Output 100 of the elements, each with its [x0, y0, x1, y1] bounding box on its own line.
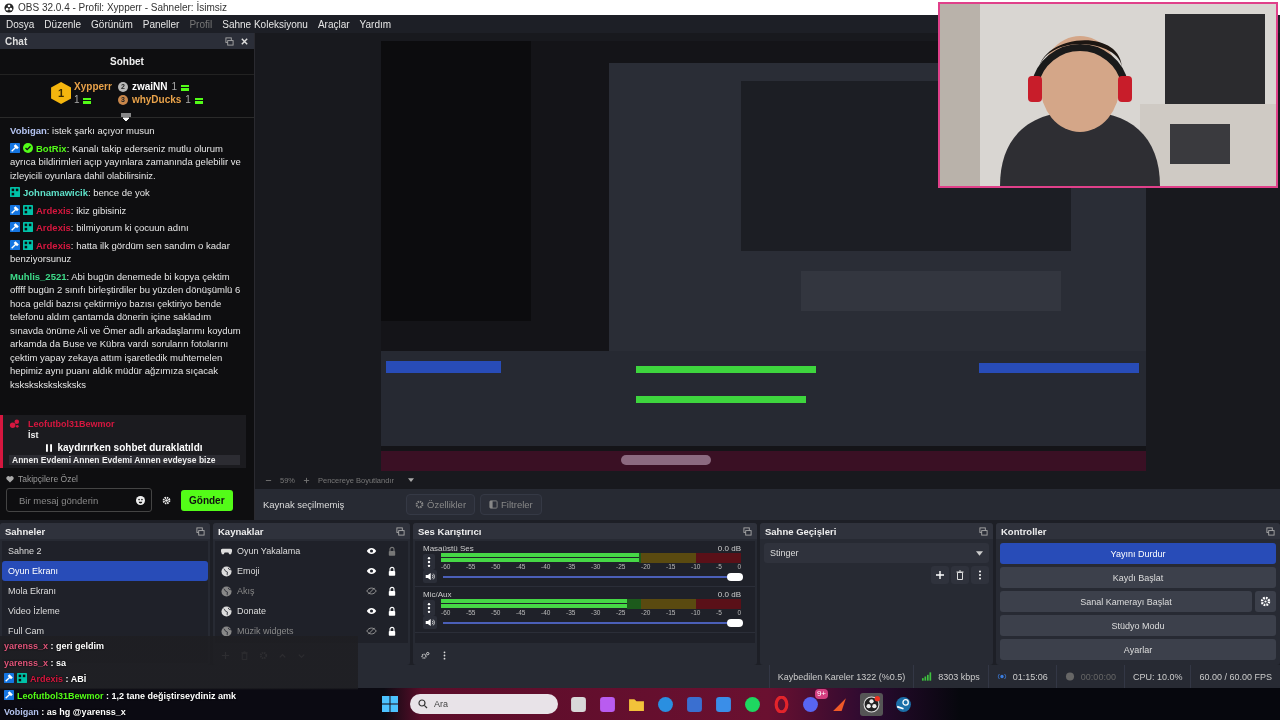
properties-button[interactable]: Özellikler [406, 494, 476, 515]
more-options-button[interactable] [971, 566, 989, 584]
dots-avatar-icon [9, 418, 20, 429]
source-name[interactable]: Oyun Yakalama [237, 546, 361, 556]
search-field[interactable]: Ara [410, 694, 558, 714]
music-app-icon[interactable] [744, 695, 761, 713]
bitrate: 8303 kbps [938, 671, 980, 682]
undock-icon[interactable] [196, 526, 205, 536]
control-button[interactable]: Kaydı Başlat [1000, 567, 1276, 588]
chat-message: Ardexis: ikiz gibisiniz [10, 203, 246, 217]
source-name[interactable]: Akış [237, 586, 361, 596]
control-button[interactable]: Stüdyo Modu [1000, 615, 1276, 636]
panel-title: Kaynaklar [218, 525, 264, 537]
add-button[interactable] [931, 566, 949, 584]
gift-count: 1 [74, 94, 80, 105]
chat-overlay-message: Ardexis : ABİ [4, 671, 87, 688]
gift-count: 1 [185, 94, 191, 105]
control-button[interactable]: Sanal Kamerayı Başlat [1000, 591, 1252, 612]
control-button[interactable]: Ayarlar [1000, 639, 1276, 660]
search-icon [418, 699, 428, 709]
menu-item[interactable]: Paneller [138, 18, 184, 30]
eye-slash-icon[interactable] [366, 627, 377, 635]
gear-icon [1260, 596, 1271, 607]
square-app-icon[interactable] [570, 695, 587, 713]
channel-name: Mic/Aux [423, 590, 452, 599]
lock-icon[interactable] [388, 586, 396, 596]
volume-reading: 0.0 dB [717, 590, 741, 599]
gear-icon [415, 500, 424, 509]
eye-icon[interactable] [366, 547, 377, 555]
chat-message: Ardexis: hatta ilk gördüm sen sandım o kadar benziyorsunuz [10, 238, 231, 266]
dock-title: Chat [5, 35, 28, 47]
gears-icon[interactable] [421, 650, 430, 660]
chat-heading: Sohbet [0, 49, 254, 75]
channel-name: Masaüstü Ses [423, 544, 474, 553]
undock-icon[interactable] [743, 526, 752, 536]
source-name[interactable]: Emoji [237, 566, 361, 576]
undock-icon[interactable] [1266, 526, 1275, 536]
leaderboard-user: whyDucks [131, 94, 182, 105]
store-icon[interactable] [686, 695, 703, 713]
colorful-app-icon[interactable] [599, 695, 616, 713]
scene-item[interactable]: Oyun Ekranı [2, 561, 208, 581]
followers-only-label: Takipçilere Özel [18, 474, 78, 484]
scene-item[interactable]: Mola Ekranı [2, 581, 208, 601]
globe-icon [221, 605, 232, 617]
speaker-icon[interactable] [423, 570, 437, 583]
eye-slash-icon[interactable] [366, 587, 377, 595]
lock-icon[interactable] [388, 606, 396, 616]
browser-icon[interactable] [657, 695, 674, 713]
chat-overlay-message: yarenss_x : sa [4, 656, 67, 670]
ring-app-icon[interactable] [773, 695, 790, 713]
plus-icon[interactable] [303, 476, 310, 484]
menu-item[interactable]: Görünüm [87, 18, 137, 30]
settings-icon[interactable] [162, 495, 171, 505]
undock-icon[interactable] [396, 526, 405, 536]
panel-title: Sahne Geçişleri [765, 525, 837, 537]
undock-icon[interactable] [979, 526, 988, 536]
scene-item[interactable]: Video İzleme [2, 601, 208, 621]
menu-item[interactable]: Araçlar [313, 18, 354, 30]
source-name[interactable]: Müzik widgets [237, 626, 361, 636]
more-options-icon[interactable] [423, 553, 435, 570]
eye-icon[interactable] [366, 607, 377, 615]
collapse-icon[interactable] [120, 113, 132, 121]
undock-icon[interactable] [225, 36, 234, 46]
speaker-icon[interactable] [423, 616, 437, 629]
steam-icon[interactable] [895, 695, 912, 713]
obs-app-icon[interactable] [863, 695, 880, 713]
menu-item[interactable]: Dosya [2, 18, 39, 30]
menu-item[interactable]: Yardım [355, 18, 396, 30]
chat-app-icon[interactable] [802, 695, 819, 713]
close-icon[interactable] [240, 36, 249, 46]
source-name[interactable]: Donate [237, 606, 361, 616]
delete-button[interactable] [951, 566, 969, 584]
broadcast-icon [996, 672, 1007, 681]
panel-title: Kontroller [1001, 525, 1047, 537]
source-status: Kaynak seçilmemiş [263, 499, 346, 510]
control-button[interactable]: Yayını Durdur [1000, 543, 1276, 564]
trash-icon [955, 570, 965, 580]
more-options-icon[interactable] [423, 599, 435, 616]
mail-icon[interactable] [715, 695, 732, 713]
message-input[interactable]: Bir mesaj gönderin [6, 488, 152, 512]
scene-item[interactable]: Sahne 2 [2, 541, 208, 561]
plus-icon [935, 570, 945, 580]
windows-logo-icon[interactable] [382, 696, 398, 712]
lock-icon[interactable] [388, 626, 396, 636]
settings-button[interactable] [1255, 591, 1276, 612]
pinned-text: Annen Evdemi Annen Evdemi Annen evdeyse bize [9, 455, 240, 465]
pinned-text: İst [27, 430, 40, 440]
leaderboard-user: Xypperr [74, 81, 112, 92]
lock-icon[interactable] [388, 566, 396, 576]
transition-dropdown[interactable]: Stinger [764, 543, 989, 563]
eye-icon[interactable] [366, 567, 377, 575]
send-button[interactable]: Gönder [181, 489, 233, 511]
heart-icon [6, 475, 14, 483]
chat-message: BotRix: Kanalı takip ederseniz mutlu olurum ayrıca bildirimleri açıp yayınlara zamanında gelebilir ve izleyicili oyunlara dahil olabilirsiniz. [10, 141, 242, 182]
gift-icon [82, 95, 91, 104]
pinned-user: Leofutbol31Bewmor [28, 418, 115, 429]
filters-button[interactable]: Filtreler [480, 494, 542, 515]
menu-item[interactable]: Düzenle [40, 18, 86, 30]
menu-item[interactable]: Sahne Koleksiyonu [218, 18, 312, 30]
emoji-icon[interactable] [136, 495, 145, 505]
